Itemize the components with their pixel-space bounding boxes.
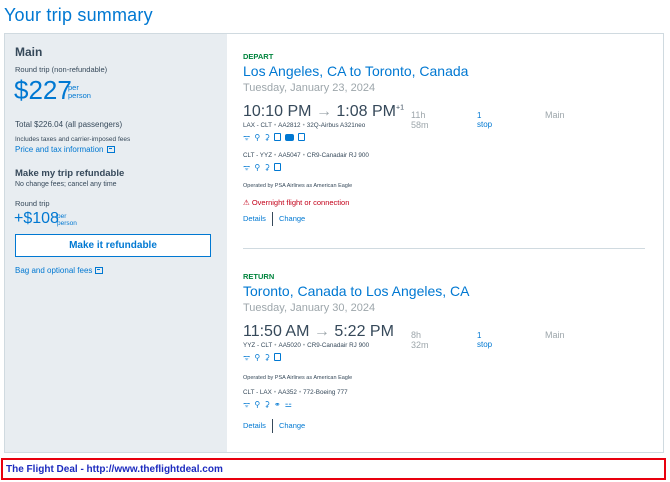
return-date: Tuesday, January 30, 2024	[243, 302, 376, 314]
amenities-row: ᯤ ⚲ ⚳	[243, 163, 282, 172]
operated-by: Operated by PSA Airlines as American Eag…	[243, 183, 353, 189]
leg-flight: AA5047	[278, 152, 301, 159]
return-duration: 8h 32m	[411, 330, 429, 350]
flight-leg-info: YYZ - CLT • AA5020 • CR9-Canadair RJ 900	[243, 342, 370, 349]
leg-aircraft: 772-Boeing 777	[303, 389, 348, 396]
leg-route: CLT - YYZ	[243, 152, 273, 159]
usb-icon: ⚳	[264, 353, 271, 362]
refund-subtitle: No change fees; cancel any time	[15, 181, 117, 188]
segment-links: Details Change	[243, 212, 305, 226]
depart-date: Tuesday, January 23, 2024	[243, 82, 376, 94]
app-icon	[298, 133, 306, 141]
usb-icon: ⚳	[264, 400, 271, 409]
flight-leg-info: CLT - YYZ • AA5047 • CR9-Canadair RJ 900	[243, 152, 369, 159]
usb-icon: ⚳	[264, 133, 271, 142]
leg-flight: AA352	[278, 389, 297, 396]
return-route: Toronto, Canada to Los Angeles, CA	[243, 283, 470, 299]
leg-aircraft: 32Q-Airbus A321neo	[306, 122, 366, 129]
footer-text: The Flight Deal - http://www.theflightde…	[6, 464, 223, 475]
arrow-icon: →	[313, 323, 330, 340]
return-label: RETURN	[243, 272, 275, 281]
leg-flight: AA5020	[278, 342, 301, 349]
segment-divider	[243, 248, 645, 249]
segment-links: Details Change	[243, 419, 305, 433]
page-title: Your trip summary	[4, 5, 153, 25]
wifi-icon: ᯤ	[243, 133, 251, 142]
power-outlet-icon: ⚲	[254, 353, 261, 362]
watermark-footer: The Flight Deal - http://www.theflightde…	[1, 458, 666, 480]
usb-icon: ⚳	[264, 163, 271, 172]
round-trip-label: Round trip	[15, 199, 50, 208]
depart-times: 10:10 PM → 1:08 PM+1	[243, 103, 404, 121]
depart-duration: 11h 58m	[411, 110, 429, 130]
warning-icon: ⚠	[243, 198, 250, 207]
day-offset: +1	[395, 104, 404, 112]
return-stops-link[interactable]: 1 stop	[477, 331, 492, 349]
flight-leg-info: LAX - CLT • AA2812 • 32Q-Airbus A321neo	[243, 122, 366, 129]
return-cabin: Main	[545, 330, 565, 340]
leg-route: YYZ - CLT	[243, 342, 273, 349]
fare-type: Round trip (non-refundable)	[15, 65, 108, 74]
addon-person-label: person	[57, 220, 77, 227]
return-times: 11:50 AM → 5:22 PM	[243, 323, 394, 341]
refund-addon-price: +$108	[14, 210, 59, 227]
change-link[interactable]: Change	[279, 421, 305, 430]
leg-aircraft: CR9-Canadair RJ 900	[306, 152, 369, 159]
leg-route: CLT - LAX	[243, 389, 272, 396]
depart-route: Los Angeles, CA to Toronto, Canada	[243, 63, 469, 79]
depart-cabin: Main	[545, 110, 565, 120]
power-outlet-icon: ⚲	[254, 163, 261, 172]
flight-leg-info: CLT - LAX • AA352 • 772-Boeing 777	[243, 389, 348, 396]
depart-stops-link[interactable]: 1 stop	[477, 111, 492, 129]
leg-aircraft: CR9-Canadair RJ 900	[307, 342, 370, 349]
overnight-warning: ⚠ Overnight flight or connection	[243, 198, 349, 207]
bag-fees-label: Bag and optional fees	[15, 266, 93, 275]
fare-price: $227	[14, 75, 72, 105]
depart-time: 11:50 AM	[243, 323, 310, 340]
power-outlet-icon: ⚲	[254, 133, 261, 142]
external-link-icon	[106, 146, 115, 154]
seatback-tv-icon	[274, 353, 282, 361]
fare-name: Main	[15, 45, 43, 59]
fees-note: Includes taxes and carrier-imposed fees	[15, 136, 131, 143]
leg-route: LAX - CLT	[243, 122, 272, 129]
seatback-tv-icon	[274, 163, 282, 171]
amenities-row: ᯤ ⚲ ⚳ ⚭ ⚍	[243, 400, 292, 409]
arrow-icon: →	[315, 103, 332, 120]
price-tax-info-label: Price and tax information	[15, 145, 104, 154]
depart-label: DEPART	[243, 52, 274, 61]
food-icon: ⚭	[274, 400, 281, 409]
operated-by: Operated by PSA Airlines as American Eag…	[243, 375, 353, 381]
arrive-time: 5:22 PM	[334, 323, 394, 340]
leg-flight: AA2812	[278, 122, 301, 129]
warning-text: Overnight flight or connection	[251, 198, 350, 207]
wifi-icon: ᯤ	[243, 163, 251, 172]
make-refundable-button[interactable]: Make it refundable	[15, 234, 211, 257]
arrive-time: 1:08 PM	[336, 103, 396, 120]
lie-flat-icon: ⚍	[284, 400, 292, 409]
refund-title: Make my trip refundable	[15, 168, 125, 179]
wifi-icon: ᯤ	[243, 353, 251, 362]
change-link[interactable]: Change	[279, 214, 305, 223]
amenities-row: ᯤ ⚲ ⚳	[243, 133, 306, 142]
external-link-icon	[95, 267, 104, 275]
seatback-tv-icon	[274, 133, 282, 141]
entertainment-icon	[285, 134, 295, 141]
details-link[interactable]: Details	[243, 214, 266, 223]
power-outlet-icon: ⚲	[254, 400, 261, 409]
trip-summary-card: Main Round trip (non-refundable) $227 pe…	[4, 33, 664, 453]
total-price: Total $226.04 (all passengers)	[15, 120, 123, 129]
fare-panel: Main Round trip (non-refundable) $227 pe…	[5, 34, 227, 452]
details-link[interactable]: Details	[243, 421, 266, 430]
price-tax-info-link[interactable]: Price and tax information	[15, 145, 115, 154]
fare-person-label: person	[68, 91, 91, 100]
depart-time: 10:10 PM	[243, 103, 312, 120]
bag-fees-link[interactable]: Bag and optional fees	[15, 266, 104, 275]
wifi-icon: ᯤ	[243, 400, 251, 409]
amenities-row: ᯤ ⚲ ⚳	[243, 353, 282, 362]
